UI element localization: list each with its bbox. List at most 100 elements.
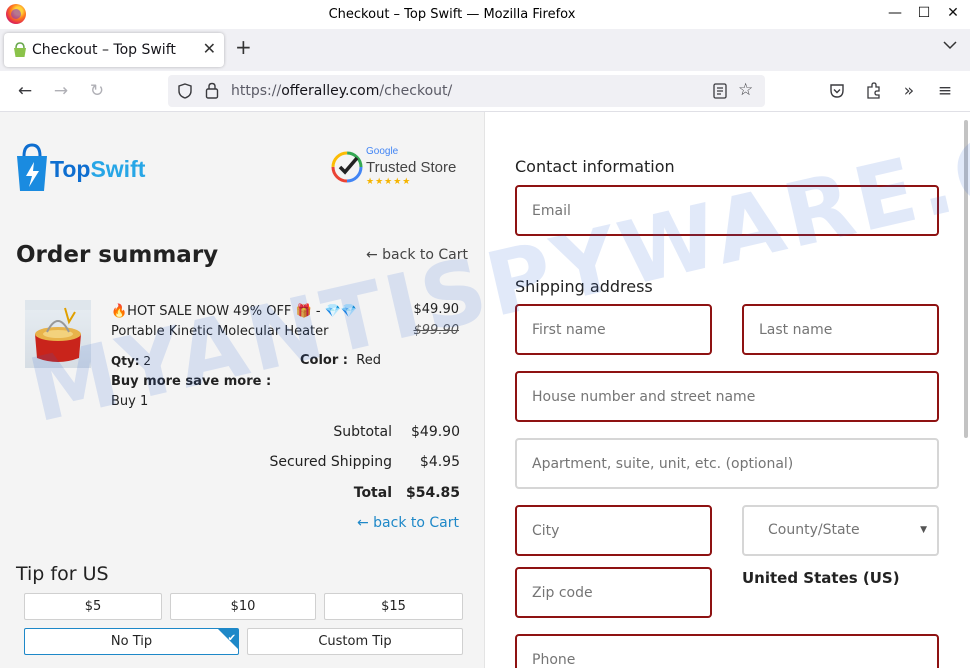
subtotal-value: $49.90	[411, 424, 460, 440]
navigation-toolbar: ← → ↻ https://offeralley.com/checkout/ ☆…	[0, 71, 970, 112]
brand-name: TopSwift	[50, 156, 145, 183]
email-field[interactable]	[515, 185, 939, 236]
shield-icon[interactable]	[177, 83, 193, 99]
order-summary-pane: TopSwift Google Trusted Store ★★★★★ Orde…	[0, 112, 485, 668]
url-scheme: https://	[231, 83, 282, 99]
address1-field[interactable]	[515, 371, 939, 422]
dropdown-arrow-icon: ▼	[920, 525, 927, 535]
back-to-cart-link[interactable]: ← back to Cart	[366, 247, 468, 263]
topswift-logo[interactable]: TopSwift	[14, 142, 145, 194]
address2-field[interactable]	[515, 438, 939, 489]
url-path: /checkout/	[379, 83, 453, 99]
google-label: Google	[366, 146, 399, 157]
city-field[interactable]	[515, 505, 712, 556]
tip-10-button[interactable]: $10	[170, 593, 316, 620]
product-name-line2: Portable Kinetic Molecular Heater	[111, 324, 329, 339]
tab-checkout[interactable]: Checkout – Top Swift ✕	[4, 33, 224, 67]
trusted-store-label: Trusted Store	[366, 159, 457, 176]
extensions-icon[interactable]	[865, 82, 882, 99]
address2-input[interactable]	[517, 440, 937, 487]
shipping-row: Secured Shipping $4.95	[200, 454, 460, 474]
no-tip-label: No Tip	[110, 634, 153, 649]
rating-stars: ★★★★★	[366, 177, 412, 187]
product-color: Color : Red	[300, 353, 381, 368]
checkout-form-pane: Contact information Shipping address Cou…	[485, 112, 970, 668]
last-name-field[interactable]	[742, 304, 939, 355]
tab-strip: Checkout – Top Swift ✕ +	[0, 29, 970, 71]
first-name-input[interactable]	[517, 306, 710, 353]
tab-label: Checkout – Top Swift	[32, 42, 176, 58]
web-page: TopSwift Google Trusted Store ★★★★★ Orde…	[0, 112, 970, 668]
subtotal-row: Subtotal $49.90	[200, 424, 460, 444]
total-label: Total	[353, 485, 392, 501]
last-name-input[interactable]	[744, 306, 937, 353]
reload-icon[interactable]: ↻	[85, 79, 109, 103]
total-value: $54.85	[405, 485, 460, 501]
back-to-cart-link-bottom[interactable]: ← back to Cart	[357, 515, 459, 531]
close-tab-icon[interactable]: ✕	[203, 39, 216, 58]
pocket-icon[interactable]	[829, 83, 845, 99]
state-select-value: County/State	[768, 522, 860, 538]
tip-title: Tip for US	[16, 563, 109, 585]
product-price: $49.90	[413, 302, 460, 317]
shipping-label: Secured Shipping	[269, 454, 392, 470]
forward-arrow-icon[interactable]: →	[49, 79, 73, 103]
custom-tip-button[interactable]: Custom Tip	[247, 628, 463, 655]
order-summary-title: Order summary	[16, 242, 219, 268]
url-host: offeralley.com	[281, 83, 380, 99]
minimize-button[interactable]: —	[884, 2, 906, 24]
product-name-line1: 🔥HOT SALE NOW 49% OFF 🎁 - 💎💎	[111, 304, 358, 319]
chevron-down-icon[interactable]	[943, 40, 957, 50]
qty-value: 2	[143, 354, 152, 368]
hamburger-menu-icon[interactable]: ≡	[933, 79, 957, 103]
country-label: United States (US)	[742, 569, 900, 587]
product-quantity: Qty: 2	[111, 354, 151, 368]
shipping-value: $4.95	[419, 454, 460, 470]
first-name-field[interactable]	[515, 304, 712, 355]
buy-more-label: Buy more save more :	[111, 374, 272, 389]
title-bar: Checkout – Top Swift — Mozilla Firefox —…	[0, 0, 970, 29]
lock-icon[interactable]	[205, 82, 219, 99]
new-tab-button[interactable]: +	[235, 35, 252, 59]
state-select[interactable]: County/State ▼	[742, 505, 939, 556]
contact-information-title: Contact information	[515, 157, 675, 176]
trusted-check-icon	[331, 151, 363, 183]
maximize-button[interactable]: ☐	[913, 2, 935, 24]
address-bar[interactable]: https://offeralley.com/checkout/ ☆	[168, 75, 765, 107]
shipping-address-title: Shipping address	[515, 277, 653, 296]
page-scrollbar[interactable]	[964, 120, 968, 438]
address1-input[interactable]	[517, 373, 937, 420]
google-trusted-store-badge: Google Trusted Store ★★★★★	[330, 146, 472, 190]
brand-name-part2: Swift	[90, 156, 146, 182]
tip-15-button[interactable]: $15	[324, 593, 463, 620]
zip-input[interactable]	[517, 569, 710, 616]
total-row: Total $54.85	[200, 485, 460, 505]
color-value: Red	[356, 353, 381, 368]
heater-image-icon	[25, 300, 91, 362]
zip-field[interactable]	[515, 567, 712, 618]
back-arrow-icon[interactable]: ←	[13, 79, 37, 103]
color-label: Color :	[300, 353, 348, 368]
url-text[interactable]: https://offeralley.com/checkout/	[231, 83, 452, 99]
buy-more-value: Buy 1	[111, 394, 149, 409]
email-input[interactable]	[517, 187, 937, 234]
product-name: 🔥HOT SALE NOW 49% OFF 🎁 - 💎💎 Portable Ki…	[111, 302, 401, 342]
reader-view-icon[interactable]	[713, 83, 727, 99]
shopping-bag-logo-icon	[17, 143, 47, 191]
phone-input[interactable]	[517, 636, 937, 668]
shopping-bag-icon	[14, 42, 26, 57]
subtotal-label: Subtotal	[333, 424, 392, 440]
qty-label: Qty:	[111, 354, 140, 368]
phone-field[interactable]	[515, 634, 939, 668]
more-tools-icon[interactable]: »	[897, 79, 921, 103]
window-title: Checkout – Top Swift — Mozilla Firefox	[328, 7, 576, 22]
product-image	[25, 300, 91, 368]
brand-name-part1: Top	[50, 156, 91, 182]
bookmark-star-icon[interactable]: ☆	[738, 80, 753, 100]
city-input[interactable]	[517, 507, 710, 554]
close-window-button[interactable]: ✕	[942, 2, 964, 24]
check-icon: ✔	[227, 633, 236, 644]
no-tip-button[interactable]: No Tip ✔	[24, 628, 239, 655]
tip-5-button[interactable]: $5	[24, 593, 162, 620]
product-compare-price: $99.90	[413, 323, 460, 338]
